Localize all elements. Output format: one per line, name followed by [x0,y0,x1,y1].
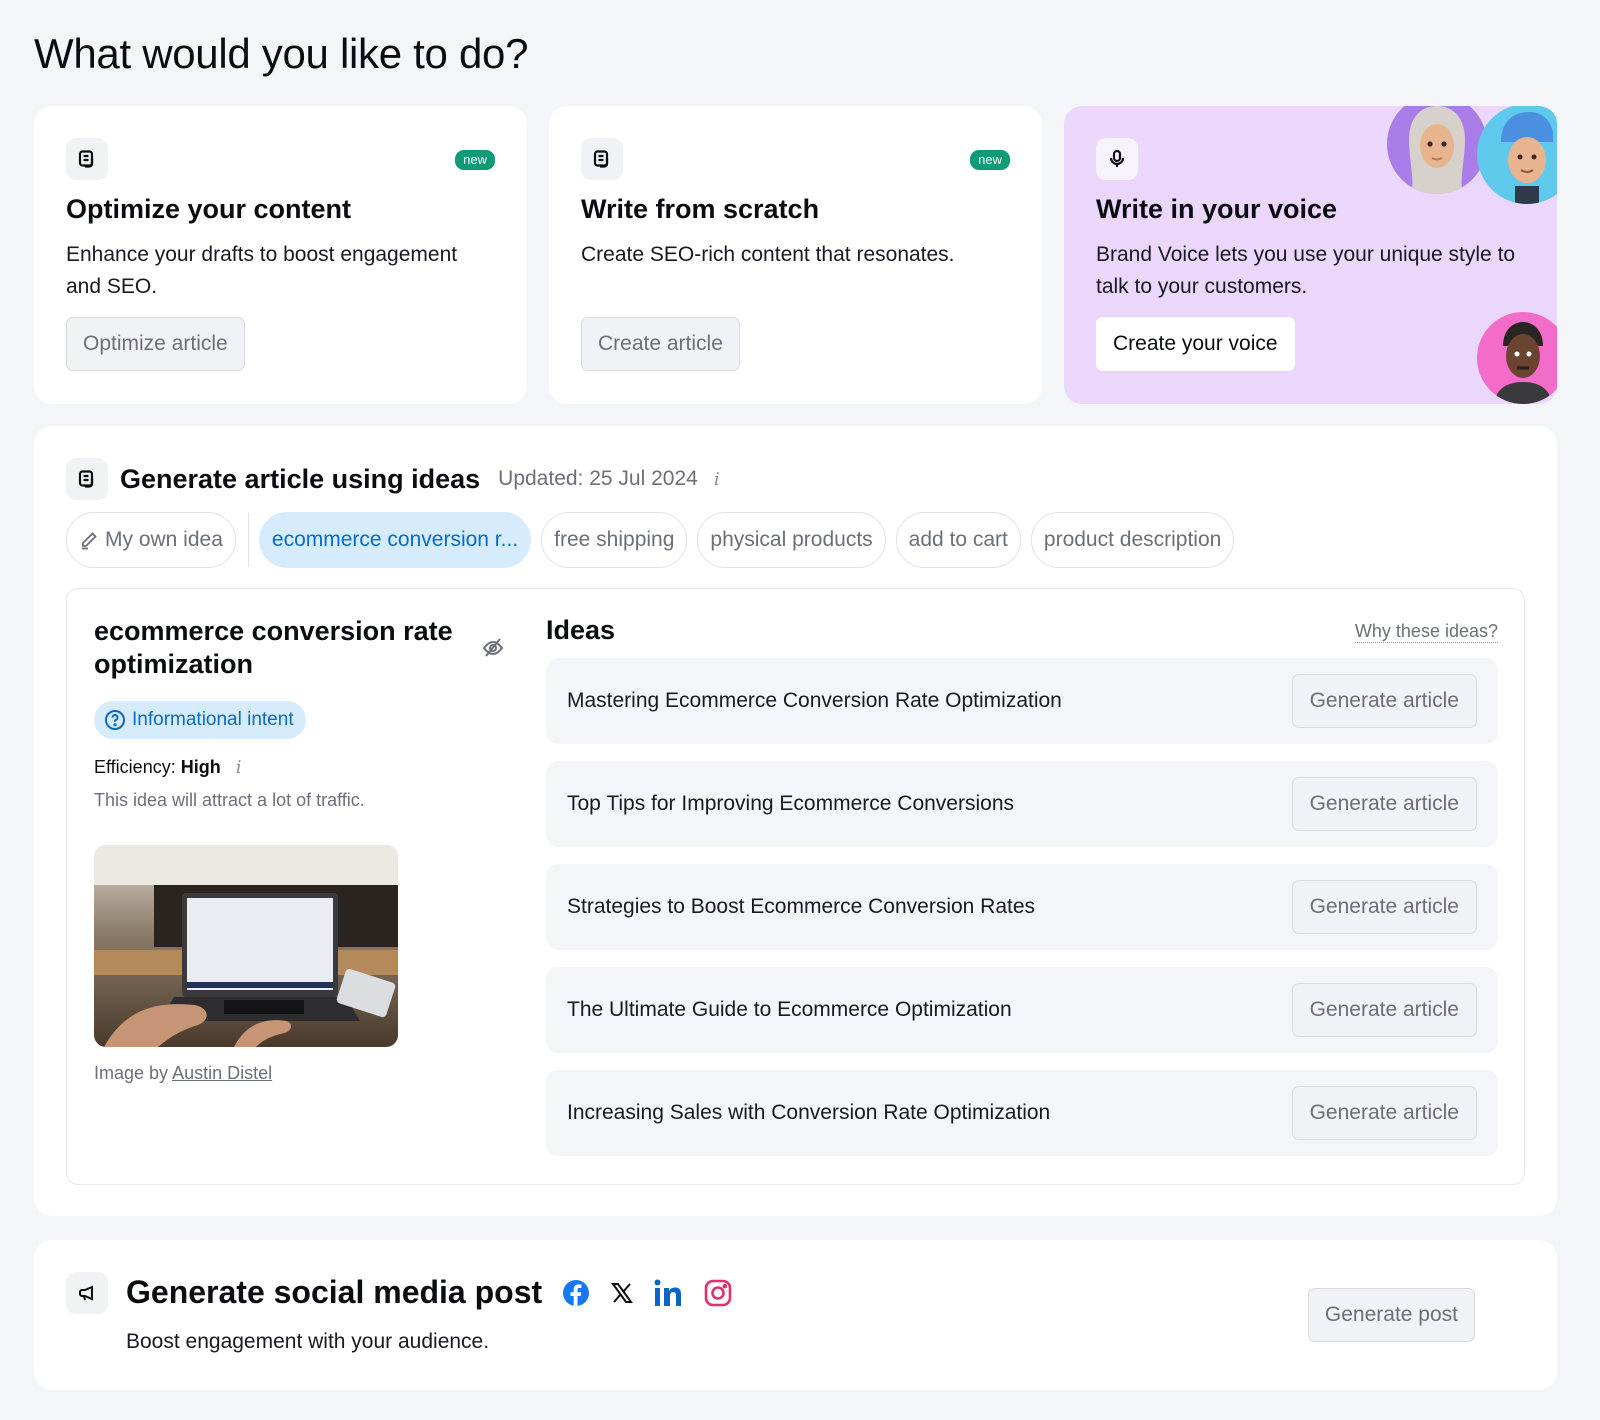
avatar-woman-hijab [1387,106,1487,194]
x-icon [610,1281,634,1305]
idea-panel: ecommerce conversion rate optimization I… [66,588,1525,1185]
create-your-voice-button[interactable]: Create your voice [1096,317,1295,371]
card-description: Create SEO-rich content that resonates. [581,243,955,266]
efficiency: Efficiency: High i [94,757,504,778]
megaphone-icon [66,1272,108,1314]
idea-row: Increasing Sales with Conversion Rate Op… [546,1070,1498,1156]
generate-post-button[interactable]: Generate post [1307,1288,1475,1342]
facebook-icon [562,1279,590,1307]
idea-details: ecommerce conversion rate optimization I… [94,615,504,1084]
social-title: Generate social media post [126,1274,752,1311]
question-circle-icon [105,710,125,730]
new-badge: new [455,150,495,170]
generate-article-button[interactable]: Generate article [1291,983,1477,1037]
avatar-man-dark [1477,312,1557,404]
page-title: What would you like to do? [34,30,529,77]
create-article-button[interactable]: Create article [581,317,740,371]
card-write-from-scratch: new Write from scratch Create SEO-rich c… [549,106,1042,404]
document-icon [581,138,623,180]
card-optimize-content: new Optimize your content Enhance your d… [34,106,527,404]
info-icon[interactable]: i [236,757,242,778]
optimize-article-button[interactable]: Optimize article [66,317,245,371]
document-icon [66,458,108,500]
intent-label: Informational intent [132,709,294,730]
instagram-icon [704,1279,732,1307]
chip-product-description[interactable]: product description [1030,512,1235,568]
section-header: Generate article using ideas Updated: 25… [66,458,720,500]
idea-row: Top Tips for Improving Ecommerce Convers… [546,761,1498,847]
idea-row: The Ultimate Guide to Ecommerce Optimiza… [546,967,1498,1053]
author-link[interactable]: Austin Distel [172,1063,272,1083]
pencil-icon [79,530,99,550]
action-cards: new Optimize your content Enhance your d… [34,106,1557,404]
generate-article-ideas-section: Generate article using ideas Updated: 25… [34,426,1557,1216]
generate-article-button[interactable]: Generate article [1291,674,1477,728]
efficiency-label: Efficiency: [94,757,176,777]
image-credit: Image by Austin Distel [94,1063,504,1084]
idea-row: Mastering Ecommerce Conversion Rate Opti… [546,658,1498,744]
new-badge: new [970,150,1010,170]
idea-text: Top Tips for Improving Ecommerce Convers… [567,792,1014,815]
card-title: Write from scratch [581,194,820,224]
ideas-list-panel: Ideas Why these ideas? Mastering Ecommer… [546,615,1498,1173]
idea-text: Increasing Sales with Conversion Rate Op… [567,1101,1051,1124]
generate-article-button[interactable]: Generate article [1291,777,1477,831]
card-description: Enhance your drafts to boost engagement … [66,243,458,298]
idea-row: Strategies to Boost Ecommerce Conversion… [546,864,1498,950]
idea-list: Mastering Ecommerce Conversion Rate Opti… [546,658,1498,1156]
chip-add-to-cart[interactable]: add to cart [895,512,1021,568]
chip-free-shipping[interactable]: free shipping [541,512,688,568]
generate-social-post-section: Generate social media post Boost engagem… [34,1240,1557,1390]
eye-slash-icon[interactable] [481,635,505,664]
document-icon [66,138,108,180]
idea-image [94,845,398,1047]
chip-physical-products[interactable]: physical products [697,512,886,568]
avatar-man-blue-hair [1477,106,1557,204]
idea-text: Mastering Ecommerce Conversion Rate Opti… [567,689,1062,712]
idea-title: ecommerce conversion rate optimization [94,616,453,679]
chip-label: My own idea [105,528,223,551]
social-title-text: Generate social media post [126,1274,543,1310]
card-title: Optimize your content [66,194,352,224]
card-title: Write in your voice [1096,194,1338,224]
info-icon[interactable]: i [714,469,720,490]
idea-text: The Ultimate Guide to Ecommerce Optimiza… [567,998,1012,1021]
social-platform-icons [562,1279,752,1307]
why-these-ideas-link[interactable]: Why these ideas? [1354,621,1498,643]
social-description: Boost engagement with your audience. [126,1330,490,1353]
section-title: Generate article using ideas [120,463,481,494]
generate-article-button[interactable]: Generate article [1291,880,1477,934]
chip-divider [247,513,249,567]
intent-badge: Informational intent [94,701,306,739]
linkedin-icon [654,1279,684,1307]
updated-date: Updated: 25 Jul 2024 [498,467,698,490]
card-description: Brand Voice lets you use your unique sty… [1096,243,1516,298]
efficiency-value: High [180,757,221,777]
card-write-in-your-voice: Write in your voice Brand Voice lets you… [1064,106,1557,404]
idea-text: Strategies to Boost Ecommerce Conversion… [567,895,1036,918]
chip-my-own-idea[interactable]: My own idea [66,512,236,568]
microphone-icon [1096,138,1138,180]
chip-ecommerce-conversion[interactable]: ecommerce conversion r... [258,512,532,568]
topic-chips: My own idea ecommerce conversion r... fr… [66,512,1244,568]
generate-article-button[interactable]: Generate article [1291,1086,1477,1140]
efficiency-description: This idea will attract a lot of traffic. [94,790,365,810]
credit-prefix: Image by [94,1063,169,1083]
